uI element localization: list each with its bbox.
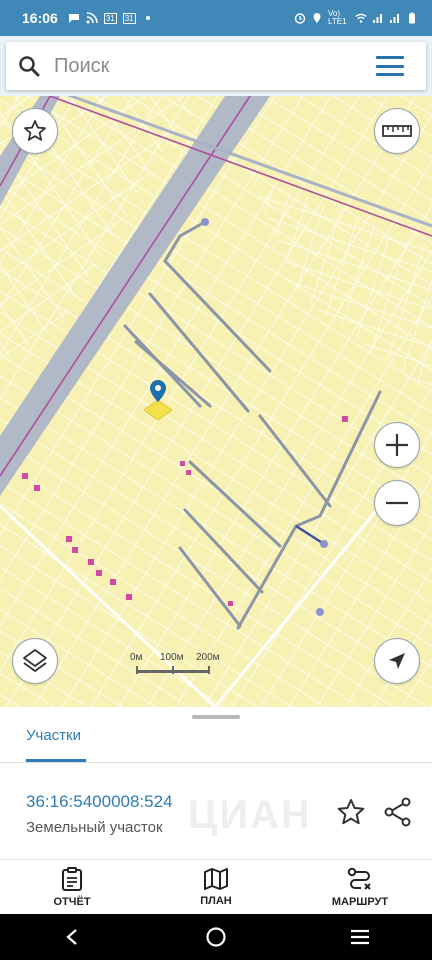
dot-icon — [145, 16, 150, 20]
message-icon — [68, 14, 79, 23]
scale-label-100: 100м — [160, 652, 184, 663]
parcel-type: Земельный участок — [26, 819, 163, 836]
nav-report-label: ОТЧЁТ — [53, 895, 91, 908]
parcel-list-item[interactable]: ЦИАН 36:16:5400008:524 Земельный участок — [0, 765, 432, 860]
location-icon — [313, 13, 321, 23]
zoom-in-button[interactable] — [374, 422, 420, 468]
nav-route[interactable]: МАРШРУТ — [288, 860, 432, 914]
map-plan-icon — [204, 867, 228, 890]
watermark-logo: ЦИАН — [188, 793, 312, 837]
star-icon — [24, 120, 46, 141]
layers-button[interactable] — [12, 638, 58, 684]
my-location-button[interactable] — [374, 638, 420, 684]
alarm-icon — [294, 13, 306, 24]
ruler-icon — [382, 125, 412, 137]
bottom-navigation: ОТЧЁТ ПЛАН МАРШРУТ — [0, 860, 432, 914]
rss-icon — [86, 12, 98, 24]
status-time: 16:06 — [22, 10, 58, 26]
back-chevron-icon — [66, 929, 77, 945]
route-icon — [347, 867, 371, 890]
status-bar: 16:06 31 31 Vo) LTE1 — [0, 0, 432, 36]
sheet-tabs: Участки — [0, 721, 432, 763]
battery-icon — [409, 12, 415, 24]
map-scale: 0м 100м 200м — [130, 652, 226, 682]
wifi-icon — [355, 13, 367, 23]
scale-label-0: 0м — [130, 652, 143, 663]
search-input[interactable]: Поиск — [54, 55, 376, 78]
search-container: Поиск — [0, 36, 432, 96]
zoom-out-button[interactable] — [374, 480, 420, 526]
bottom-sheet: Участки ЦИАН 36:16:5400008:524 Земельный… — [0, 707, 432, 860]
parcel-cadastral-number[interactable]: 36:16:5400008:524 — [26, 792, 173, 812]
recents-lines-icon — [351, 929, 369, 945]
navigation-arrow-icon — [389, 653, 405, 669]
layers-icon — [23, 649, 47, 672]
system-recents-button[interactable] — [340, 922, 380, 952]
calendar-icon: 31 — [103, 12, 117, 24]
report-icon — [62, 866, 82, 891]
search-bar[interactable]: Поиск — [6, 42, 426, 90]
ruler-button[interactable] — [374, 108, 420, 154]
signal-icon — [373, 14, 382, 23]
search-icon[interactable] — [18, 55, 40, 77]
home-circle-icon — [206, 927, 226, 947]
map-canvas[interactable] — [0, 36, 432, 707]
nav-route-label: МАРШРУТ — [331, 895, 389, 908]
system-back-button[interactable] — [52, 922, 92, 952]
system-home-button[interactable] — [196, 922, 236, 952]
share-icon[interactable] — [384, 797, 412, 827]
nav-plan-label: ПЛАН — [200, 894, 232, 907]
minus-icon — [386, 501, 408, 505]
nav-report[interactable]: ОТЧЁТ — [0, 860, 144, 914]
map-view[interactable]: 0м 100м 200м — [0, 36, 432, 707]
scale-tick — [136, 666, 138, 674]
menu-icon[interactable] — [376, 56, 404, 76]
favorites-button[interactable] — [12, 108, 58, 154]
signal-icon — [390, 14, 399, 23]
scale-tick — [172, 666, 174, 674]
scale-tick — [208, 666, 210, 674]
nav-plan[interactable]: ПЛАН — [144, 860, 288, 914]
plus-icon — [386, 434, 408, 456]
calendar-icon: 31 — [122, 12, 136, 24]
sheet-drag-handle[interactable] — [192, 715, 240, 719]
system-navigation-bar — [0, 914, 432, 960]
tab-parcels[interactable]: Участки — [26, 727, 81, 744]
favorite-star-icon[interactable] — [336, 797, 366, 827]
network-label: Vo) LTE1 — [328, 9, 347, 26]
tab-indicator — [26, 759, 86, 762]
scale-label-200: 200м — [196, 652, 220, 663]
